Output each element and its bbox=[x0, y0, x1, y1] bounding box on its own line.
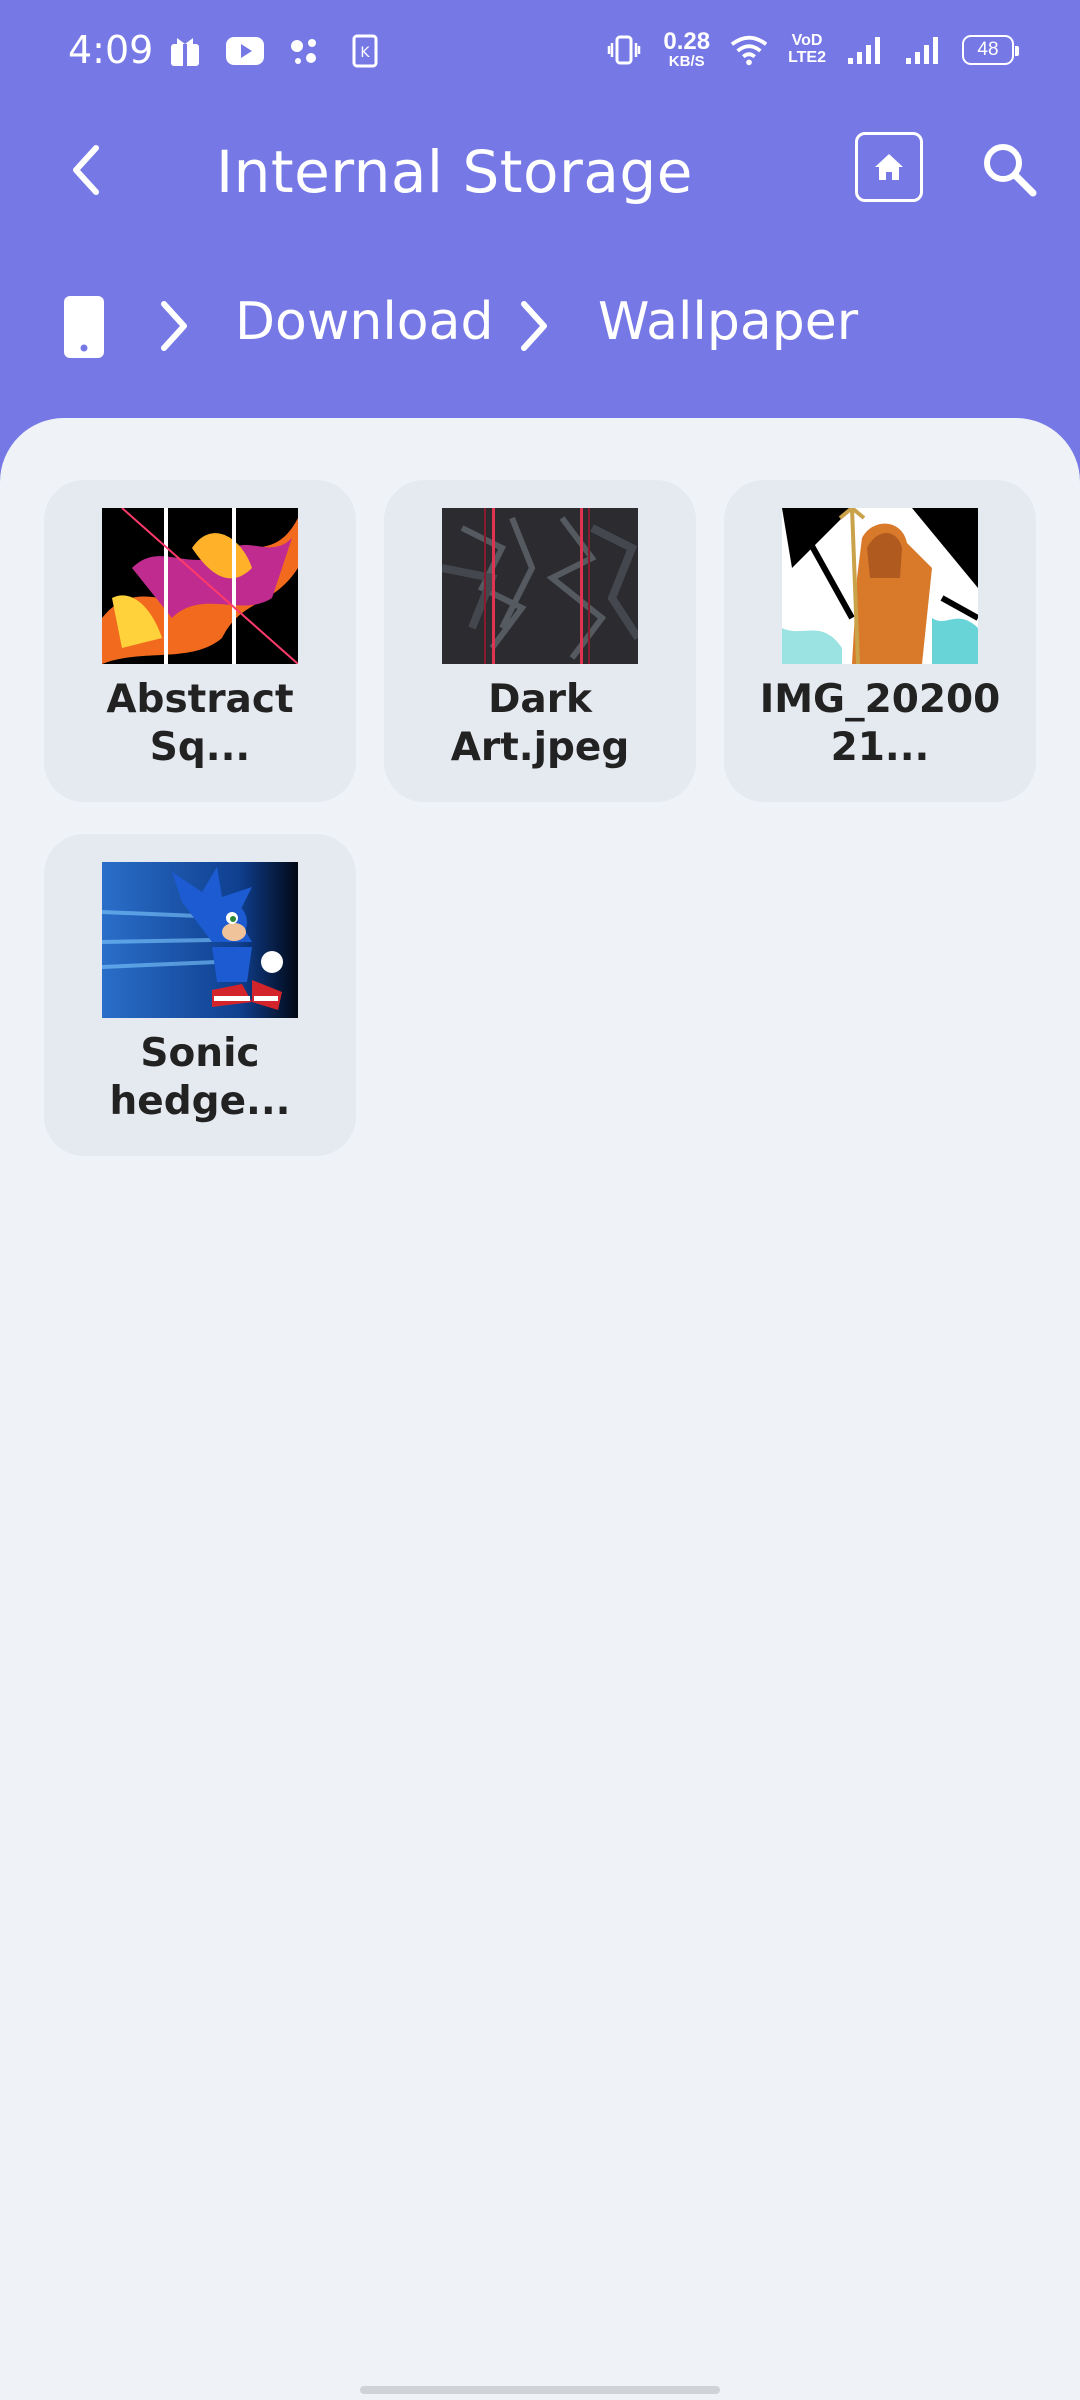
net-speed-unit: KB/S bbox=[668, 53, 705, 70]
file-thumbnail bbox=[102, 862, 298, 1018]
breadcrumb-item-wallpaper[interactable]: Wallpaper bbox=[598, 292, 858, 352]
home-button[interactable] bbox=[855, 132, 923, 202]
gift-icon bbox=[166, 32, 204, 70]
search-button[interactable] bbox=[974, 134, 1044, 204]
vibrate-icon bbox=[605, 31, 643, 69]
battery-icon: 48 bbox=[962, 34, 1019, 65]
signal-2-icon bbox=[904, 31, 942, 69]
file-thumbnail bbox=[782, 508, 978, 664]
system-indicators: 0.28 KB/S VoD LTE2 48 bbox=[605, 28, 1019, 70]
network-speed: 0.28 KB/S bbox=[663, 28, 711, 70]
file-thumbnail bbox=[442, 508, 638, 664]
lte-label: LTE2 bbox=[788, 48, 826, 66]
chevron-right-icon bbox=[156, 300, 192, 357]
file-name-line: 21... bbox=[830, 725, 930, 770]
file-name: Abstract Sq... bbox=[44, 676, 356, 772]
wifi-icon bbox=[730, 31, 768, 69]
notification-icons: K bbox=[166, 32, 384, 70]
file-item[interactable]: Dark Art.jpeg bbox=[384, 480, 696, 802]
search-icon bbox=[984, 144, 1037, 197]
volte-indicator: VoD LTE2 bbox=[788, 31, 826, 67]
chevron-left-icon bbox=[73, 145, 99, 195]
app-bar: Internal Storage bbox=[0, 108, 1080, 232]
sim-card-icon: K bbox=[346, 32, 384, 70]
svg-text:K: K bbox=[360, 45, 370, 61]
battery-level: 48 bbox=[977, 38, 999, 60]
signal-1-icon bbox=[846, 31, 884, 69]
file-item[interactable]: IMG_20200 21... bbox=[724, 480, 1036, 802]
file-name: IMG_20200 21... bbox=[724, 676, 1036, 772]
file-thumbnail bbox=[102, 508, 298, 664]
breadcrumb-root[interactable] bbox=[64, 296, 104, 363]
file-name-line: Art.jpeg bbox=[450, 725, 630, 770]
file-name-line: Abstract bbox=[106, 677, 294, 722]
assistant-icon bbox=[286, 32, 324, 70]
file-item[interactable]: Abstract Sq... bbox=[44, 480, 356, 802]
breadcrumb-item-download[interactable]: Download bbox=[235, 292, 493, 352]
status-bar: 4:09 K 0.28 KB/S VoD LTE2 48 bbox=[0, 0, 1080, 108]
file-grid: Abstract Sq... Dark Art.jpeg IMG_20200 2… bbox=[0, 418, 1080, 2400]
home-icon bbox=[875, 154, 903, 180]
file-name-line: Sq... bbox=[149, 725, 251, 770]
file-item[interactable]: Sonic hedge... bbox=[44, 834, 356, 1156]
chevron-right-icon bbox=[516, 300, 552, 357]
net-speed-value: 0.28 bbox=[663, 28, 711, 55]
file-name: Sonic hedge... bbox=[44, 1030, 356, 1126]
page-title: Internal Storage bbox=[216, 138, 693, 206]
file-name-line: Dark bbox=[488, 677, 592, 722]
file-name-line: hedge... bbox=[109, 1079, 291, 1124]
file-name-line: Sonic bbox=[140, 1031, 260, 1076]
breadcrumb: Download Wallpaper bbox=[0, 278, 1080, 374]
youtube-icon bbox=[226, 32, 264, 70]
file-name: Dark Art.jpeg bbox=[384, 676, 696, 772]
phone-icon bbox=[64, 296, 104, 358]
back-button[interactable] bbox=[52, 136, 120, 204]
gesture-nav-handle[interactable] bbox=[360, 2386, 720, 2394]
file-name-line: IMG_20200 bbox=[759, 677, 1001, 722]
status-time: 4:09 bbox=[68, 28, 154, 72]
volte-label: VoD bbox=[791, 31, 823, 49]
